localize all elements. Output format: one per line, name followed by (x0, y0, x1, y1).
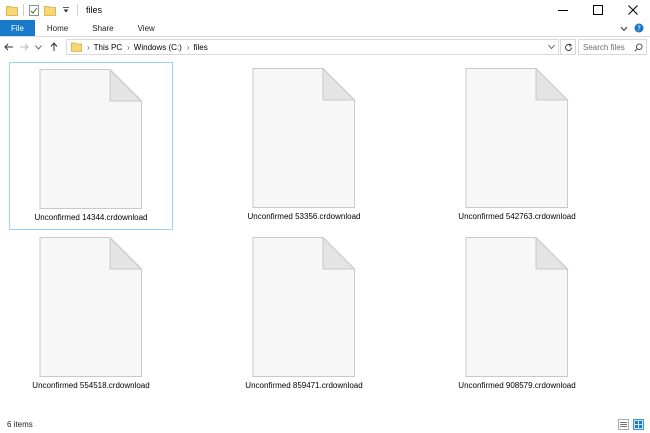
address-bar[interactable]: › This PC › Windows (C:) › files (66, 39, 559, 55)
properties-icon[interactable] (28, 4, 40, 16)
breadcrumb-this-pc[interactable]: This PC (94, 43, 122, 52)
search-box[interactable] (578, 39, 647, 55)
status-bar: 6 items (0, 416, 650, 433)
file-item[interactable]: Unconfirmed 14344.crdownload (9, 62, 173, 230)
tab-view[interactable]: View (126, 20, 167, 36)
document-icon (252, 237, 356, 377)
file-item[interactable]: Unconfirmed 908579.crdownload (435, 231, 599, 399)
up-button[interactable] (47, 38, 60, 56)
file-view: Unconfirmed 14344.crdownload Unconfirmed… (0, 57, 650, 416)
ribbon-right-controls: ? (620, 20, 644, 37)
view-switcher (618, 419, 644, 432)
address-dropdown-button[interactable] (548, 43, 555, 52)
file-item[interactable]: Unconfirmed 53356.crdownload (222, 62, 386, 230)
title-bar: files (0, 0, 650, 20)
ribbon-tabs: File Home Share View ? (0, 20, 650, 37)
recent-locations-button[interactable] (32, 38, 45, 56)
refresh-button[interactable] (560, 39, 576, 55)
chevron-right-icon: › (186, 42, 190, 52)
tab-share[interactable]: Share (80, 20, 125, 36)
large-icons-view-icon[interactable] (633, 419, 644, 432)
window-title: files (86, 5, 103, 15)
details-view-icon[interactable] (618, 419, 629, 432)
chevron-right-icon: › (127, 42, 130, 52)
document-icon (39, 69, 143, 209)
new-folder-icon[interactable] (44, 4, 56, 16)
file-name: Unconfirmed 14344.crdownload (34, 213, 148, 222)
breadcrumb-files[interactable]: files (193, 43, 207, 52)
minimize-button[interactable] (545, 0, 580, 20)
search-icon[interactable] (634, 43, 643, 54)
document-icon (252, 68, 356, 208)
chevron-right-icon: › (87, 42, 90, 52)
expand-ribbon-button[interactable] (620, 24, 628, 34)
folder-icon[interactable] (6, 4, 18, 16)
tab-home[interactable]: Home (35, 20, 80, 36)
document-icon (465, 68, 569, 208)
back-button[interactable] (2, 38, 15, 56)
file-item[interactable]: Unconfirmed 542763.crdownload (435, 62, 599, 230)
close-button[interactable] (615, 0, 650, 20)
file-item[interactable]: Unconfirmed 859471.crdownload (222, 231, 386, 399)
separator (77, 4, 78, 16)
maximize-button[interactable] (580, 0, 615, 20)
file-name: Unconfirmed 53356.crdownload (247, 212, 361, 221)
item-count: 6 items (7, 420, 33, 429)
svg-text:?: ? (637, 24, 641, 32)
document-icon (39, 237, 143, 377)
address-row: › This PC › Windows (C:) › files (0, 37, 650, 57)
file-name: Unconfirmed 908579.crdownload (458, 381, 576, 390)
file-name: Unconfirmed 554518.crdownload (32, 381, 150, 390)
tab-file[interactable]: File (0, 20, 35, 36)
file-name: Unconfirmed 859471.crdownload (245, 381, 363, 390)
document-icon (465, 237, 569, 377)
search-input[interactable] (579, 40, 631, 54)
folder-icon (71, 42, 82, 52)
file-name: Unconfirmed 542763.crdownload (458, 212, 576, 221)
file-item[interactable]: Unconfirmed 554518.crdownload (9, 231, 173, 399)
quick-access-toolbar (0, 0, 82, 20)
forward-button[interactable] (17, 38, 30, 56)
customize-toolbar-icon[interactable] (60, 4, 72, 16)
help-icon[interactable]: ? (634, 23, 644, 35)
breadcrumb-windows-c[interactable]: Windows (C:) (134, 43, 182, 52)
window-controls (545, 0, 650, 20)
separator (23, 4, 24, 16)
